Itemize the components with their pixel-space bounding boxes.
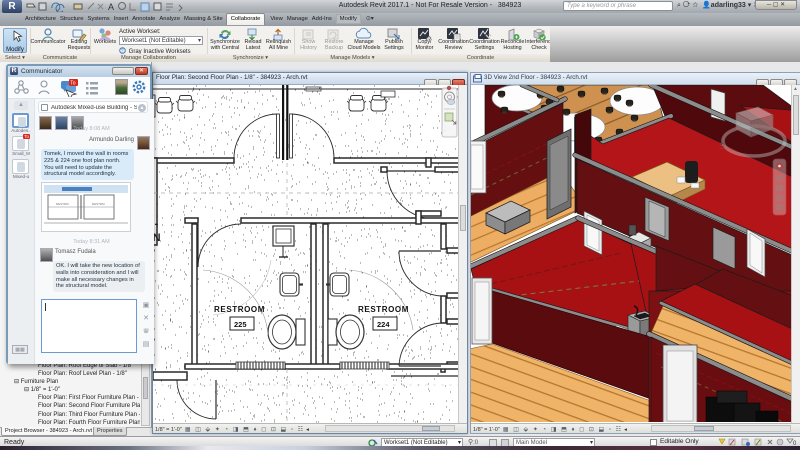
svg-text:RESTROOM: RESTROOM [214, 305, 265, 314]
svg-text:RESTROOM: RESTROOM [358, 305, 409, 314]
svg-text:S: S [719, 142, 724, 151]
svg-text:RESTRM: RESTRM [92, 202, 105, 206]
svg-text:To: To [70, 81, 76, 87]
svg-text:ION: ION [153, 232, 161, 244]
svg-text:225: 225 [234, 320, 247, 329]
svg-text:224: 224 [377, 320, 390, 329]
svg-text:RESTRM: RESTRM [56, 202, 69, 206]
svg-text:A: A [108, 2, 114, 12]
